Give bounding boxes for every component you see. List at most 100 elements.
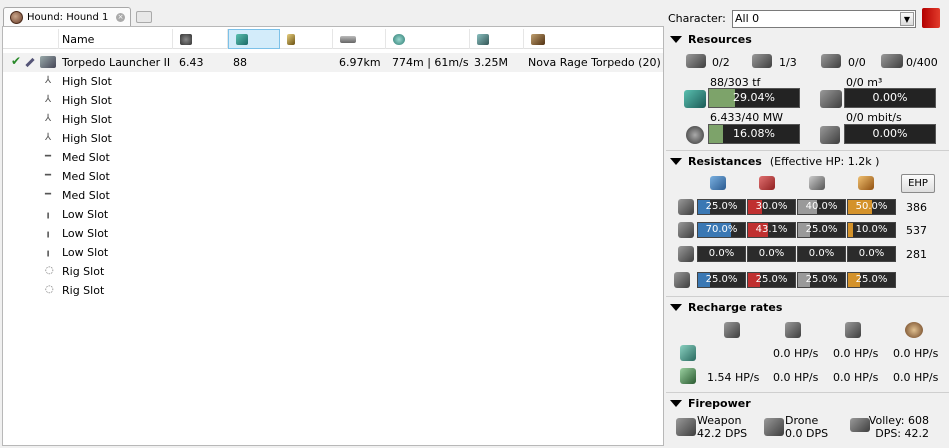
column-name[interactable]: Name (59, 29, 173, 49)
collapse-icon[interactable] (670, 36, 682, 43)
active-recharge-3: 0.0 HP/s (833, 371, 879, 384)
close-icon[interactable]: × (116, 12, 125, 22)
active-recharge-1: 1.54 HP/s (707, 371, 760, 384)
module-icon (40, 56, 56, 68)
power-bar-fill (709, 125, 724, 143)
bandwidth-label: 0/0 mbit/s (846, 111, 902, 124)
resist-armor-explosive: 10.0% (847, 222, 896, 238)
chevron-down-icon[interactable]: ▼ (900, 12, 914, 26)
slot-row[interactable]: ━ Med Slot (3, 167, 663, 186)
slot-row[interactable]: ⅄ High Slot (3, 91, 663, 110)
column-cap[interactable] (280, 29, 333, 49)
resist-value: 70.0% (705, 224, 738, 235)
collapse-icon[interactable] (670, 158, 682, 165)
resist-damage-pattern-thermal: 25.0% (747, 272, 796, 288)
powergrid-icon (686, 126, 704, 144)
tab-title: Hound: Hound 1 (27, 11, 109, 23)
dronebay-bar: 0.00% (844, 88, 936, 108)
slot-row[interactable]: ━ Med Slot (3, 148, 663, 167)
thermal-icon (759, 176, 775, 190)
module-row[interactable]: ✔ Torpedo Launcher II 6.43 88 6.97km 774… (3, 53, 663, 72)
weapon-dps: 42.2 DPS (697, 427, 748, 440)
resources-header[interactable]: Resources (670, 33, 752, 46)
weapon-label: Weapon (697, 414, 742, 427)
low-slot-icon: ╻ (45, 208, 52, 219)
resist-shield-kinetic: 40.0% (797, 199, 846, 215)
resist-fill (848, 223, 853, 237)
low-slot-icon: ╻ (45, 227, 52, 238)
column-falloff[interactable] (386, 29, 470, 49)
column-charge[interactable] (524, 29, 663, 49)
med-slot-icon: ━ (45, 151, 52, 162)
slot-row[interactable]: ◌ Rig Slot (3, 262, 663, 281)
cpu-icon (180, 33, 192, 45)
slot-row[interactable]: ╻ Low Slot (3, 205, 663, 224)
slot-label: High Slot (62, 94, 112, 107)
grid-header: Name (3, 29, 663, 49)
resistances-header[interactable]: Resistances (Effective HP: 1.2k ) (670, 155, 879, 168)
stats-panel: Character: All 0 ▼ Resources 0/2 1/3 0/0… (666, 0, 949, 448)
resist-value: 50.0% (855, 201, 888, 212)
character-select[interactable]: All 0 ▼ (732, 10, 916, 28)
module-optimal: 6.97km (339, 56, 381, 69)
column-cpu[interactable] (173, 29, 228, 49)
collapse-icon[interactable] (670, 400, 682, 407)
resist-shield-thermal: 30.0% (747, 199, 796, 215)
resist-value: 0.0% (708, 248, 735, 259)
resist-armor-thermal: 43.1% (747, 222, 796, 238)
drone-bay-icon (820, 90, 842, 108)
launcher-hardpoint-icon (752, 54, 772, 68)
resist-hull-explosive: 0.0% (847, 246, 896, 262)
med-slot-icon: ━ (45, 170, 52, 181)
resist-value: 25.0% (705, 274, 738, 285)
shield-icon (678, 199, 694, 215)
ship-icon (10, 10, 23, 24)
slot-label: Rig Slot (62, 284, 105, 297)
volley-value: Volley: 608 (868, 414, 929, 427)
resist-value: 43.1% (755, 224, 788, 235)
power-icon (236, 33, 248, 45)
column-state[interactable] (3, 29, 59, 49)
active-check-icon[interactable]: ✔ (11, 54, 21, 68)
slot-row[interactable]: ◌ Rig Slot (3, 281, 663, 300)
bandwidth-bar: 0.00% (844, 124, 936, 144)
module-grid: Name ✔ Torpedo Launcher II 6.43 88 6.97k… (2, 26, 664, 446)
slot-label: Low Slot (62, 208, 109, 221)
slot-row[interactable]: ⅄ High Slot (3, 72, 663, 91)
high-slot-icon: ⅄ (45, 132, 52, 143)
slot-label: Med Slot (62, 170, 110, 183)
column-optimal[interactable] (333, 29, 386, 49)
new-tab-icon[interactable] (136, 11, 152, 23)
launcher-hardpoints: 1/3 (779, 56, 797, 69)
ehp-button[interactable]: EHP (901, 174, 935, 193)
slot-label: High Slot (62, 75, 112, 88)
recharge-header[interactable]: Recharge rates (670, 301, 782, 314)
book-icon[interactable] (922, 8, 940, 28)
active-recharge-icon (680, 368, 696, 384)
cap-recharge-icon (905, 322, 923, 338)
slot-row[interactable]: ╻ Low Slot (3, 224, 663, 243)
character-value: All 0 (735, 12, 760, 25)
slot-row[interactable]: ╻ Low Slot (3, 243, 663, 262)
drone-label: Drone (785, 414, 819, 427)
column-power[interactable] (228, 29, 280, 49)
hull-icon (678, 246, 694, 262)
resist-value: 25.0% (805, 224, 838, 235)
power-bar: 16.08% (708, 124, 800, 144)
slot-row[interactable]: ⅄ High Slot (3, 129, 663, 148)
resist-value: 0.0% (758, 248, 785, 259)
slot-row[interactable]: ⅄ High Slot (3, 110, 663, 129)
slot-row[interactable]: ━ Med Slot (3, 186, 663, 205)
armor-recharge-icon (785, 322, 801, 338)
resist-damage-pattern-kinetic: 25.0% (797, 272, 846, 288)
module-power: 88 (233, 56, 247, 69)
collapse-icon[interactable] (670, 304, 682, 311)
module-explosion: 774m | 61m/s (392, 56, 469, 69)
resist-value: 25.0% (855, 274, 888, 285)
high-slot-icon: ⅄ (45, 113, 52, 124)
tab-hound[interactable]: Hound: Hound 1 × (3, 7, 131, 26)
capacitor-icon (287, 33, 295, 45)
firepower-header[interactable]: Firepower (670, 397, 751, 410)
column-price[interactable] (470, 29, 524, 49)
kinetic-icon (809, 176, 825, 190)
